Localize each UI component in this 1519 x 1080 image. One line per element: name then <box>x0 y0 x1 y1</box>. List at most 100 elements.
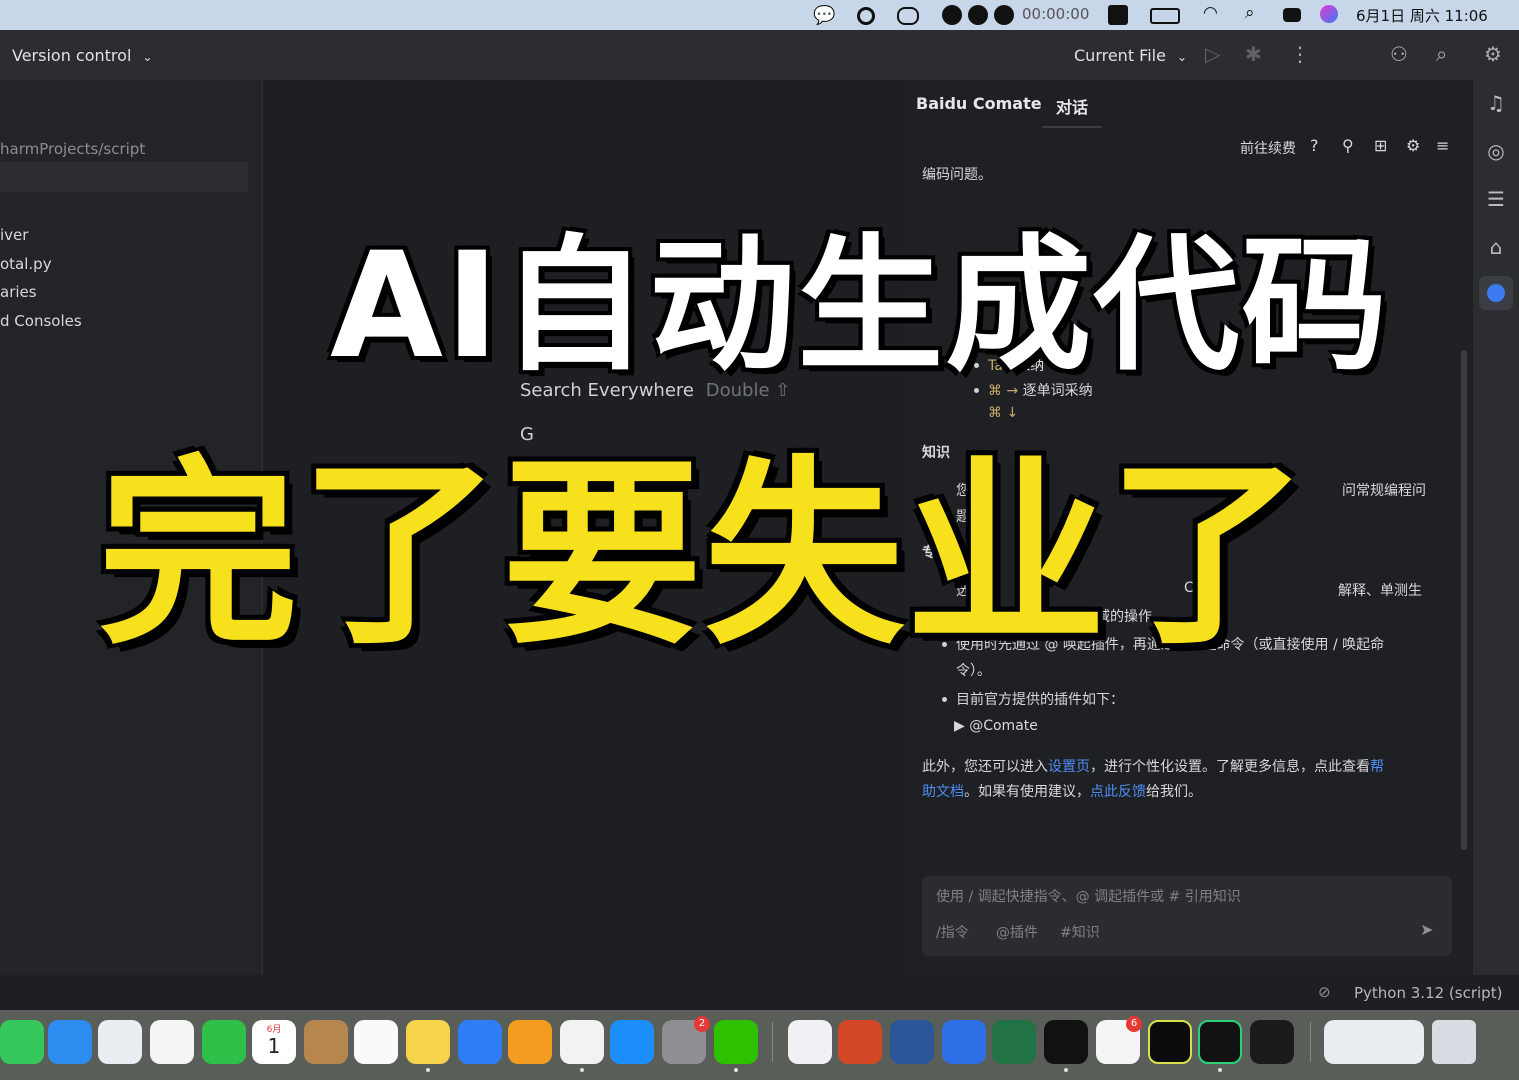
python-interpreter[interactable]: Python 3.12 (script) <box>1354 984 1502 1002</box>
mail-icon[interactable] <box>48 1020 92 1064</box>
tab-baidu-comate[interactable]: Baidu Comate <box>916 94 1042 113</box>
plugin-chip[interactable]: @插件 <box>996 922 1038 942</box>
menu-icon[interactable]: ≡ <box>1436 136 1449 155</box>
scrollbar[interactable] <box>1461 350 1467 850</box>
comate-app-icon[interactable] <box>942 1020 986 1064</box>
tree-item[interactable]: otal.py <box>0 255 52 273</box>
chat-input[interactable]: 使用 / 调起快捷指令、@ 调起插件或 # 引用知识 /指令 @插件 #知识 ➤ <box>922 876 1452 956</box>
maps-icon[interactable] <box>98 1020 142 1064</box>
search-icon[interactable]: ⌕ <box>1245 3 1255 23</box>
pycharm-icon[interactable] <box>1198 1020 1242 1064</box>
pages-icon[interactable] <box>508 1020 552 1064</box>
webstorm-icon[interactable] <box>1148 1020 1192 1064</box>
recent-files-stack[interactable] <box>1324 1020 1424 1064</box>
facetime-icon[interactable] <box>202 1020 246 1064</box>
running-indicator <box>1218 1068 1222 1072</box>
keynote-icon[interactable] <box>458 1020 502 1064</box>
settings-badge: 2 <box>694 1016 710 1032</box>
app-store-icon[interactable] <box>610 1020 654 1064</box>
stop-icon[interactable] <box>994 5 1014 25</box>
chevron-down-icon: ⌄ <box>1177 50 1188 64</box>
recorder-icon[interactable] <box>1250 1020 1294 1064</box>
word-icon[interactable] <box>890 1020 934 1064</box>
vcs-widget[interactable]: Version control ⌄ <box>12 46 153 65</box>
tab-chat[interactable]: 对话 <box>1056 94 1088 118</box>
overlay-title-line2: 完了要失业了 <box>98 439 1311 672</box>
plugin-text: 目前官方提供的插件如下： <box>956 692 1124 708</box>
record-icon[interactable] <box>857 7 875 25</box>
run-icon[interactable]: ▷ <box>1205 42 1220 66</box>
calendar-day: 1 <box>267 1034 281 1058</box>
renew-link[interactable]: 前往续费 <box>1240 138 1296 158</box>
run-config-label: Current File <box>1074 46 1166 65</box>
tree-item[interactable]: iver <box>0 226 28 244</box>
command-chip[interactable]: /指令 <box>936 922 969 942</box>
right-tool-strip: ♫ ◎ ☰ ⌂ <box>1473 80 1519 1010</box>
notifications-icon[interactable]: ♫ <box>1485 92 1507 114</box>
ai-assistant-icon[interactable]: ◎ <box>1485 140 1507 162</box>
bullet <box>942 697 947 702</box>
tree-item[interactable]: aries <box>0 283 37 301</box>
pause-icon[interactable] <box>968 5 988 25</box>
share-icon[interactable]: ⚲ <box>1342 136 1354 155</box>
notes-icon[interactable] <box>406 1020 450 1064</box>
selected-tree-row[interactable] <box>0 162 248 192</box>
footer-line-1: 此外，您还可以进入设置页，进行个性化设置。了解更多信息，点此查看帮 <box>922 756 1384 776</box>
plugin-comate-item[interactable]: ▶ @Comate <box>954 718 1038 734</box>
send-icon[interactable]: ➤ <box>1420 920 1433 939</box>
help-doc-link[interactable]: 帮 <box>1370 759 1384 775</box>
project-path[interactable]: harmProjects/script <box>0 140 145 158</box>
plugins-icon[interactable]: ⊞ <box>1374 136 1387 155</box>
battery-icon[interactable] <box>1150 8 1180 24</box>
powerpoint-icon[interactable] <box>838 1020 882 1064</box>
control-center-icon[interactable] <box>1283 8 1301 22</box>
status-bar: ⊘ Python 3.12 (script) <box>0 975 1519 1010</box>
profiler-icon[interactable]: ⌂ <box>1485 236 1507 258</box>
knowledge-chip[interactable]: #知识 <box>1060 922 1100 942</box>
browser-icon[interactable] <box>788 1020 832 1064</box>
settings-link[interactable]: 设置页 <box>1048 759 1090 775</box>
running-indicator <box>580 1068 584 1072</box>
settings-gear-icon[interactable]: ⚙ <box>1406 136 1420 155</box>
add-user-icon[interactable]: ⚇ <box>1390 42 1408 66</box>
menu-bar-clock: 6月1日 周六 11:06 <box>1356 7 1488 25</box>
wifi-icon[interactable]: ◠ <box>1203 3 1218 23</box>
terminal-icon[interactable] <box>1044 1020 1088 1064</box>
office-badge: 6 <box>1126 1016 1142 1032</box>
search-icon[interactable]: ⌕ <box>1436 42 1447 66</box>
comate-tool-button[interactable] <box>1479 276 1513 310</box>
dock-divider <box>772 1022 773 1062</box>
contacts-icon[interactable] <box>304 1020 348 1064</box>
wechat-dock-icon[interactable] <box>714 1020 758 1064</box>
chevron-down-icon: ⌄ <box>142 50 153 64</box>
help-icon[interactable]: ? <box>1310 136 1319 155</box>
help-doc-link[interactable]: 助文档 <box>922 784 964 800</box>
footer-text: 给我们。 <box>1146 784 1202 800</box>
messages-icon[interactable] <box>0 1020 44 1064</box>
settings-gear-icon[interactable]: ⚙ <box>1484 42 1502 66</box>
footer-text: 此外，您还可以进入 <box>922 759 1048 775</box>
screen-icon[interactable] <box>897 7 919 25</box>
debug-icon[interactable]: ✱ <box>1245 42 1262 66</box>
reminders-icon[interactable] <box>354 1020 398 1064</box>
run-config-selector[interactable]: Current File ⌄ <box>1074 46 1187 65</box>
input-method-icon[interactable] <box>1108 5 1128 25</box>
database-icon[interactable]: ☰ <box>1485 188 1507 210</box>
knowledge-text: 问常规编程问 <box>1342 483 1426 499</box>
close-circle-icon[interactable] <box>942 5 962 25</box>
siri-icon[interactable] <box>1320 5 1338 23</box>
footer-text: ，进行个性化设置。了解更多信息，点此查看 <box>1090 759 1370 775</box>
more-options-icon[interactable]: ⋮ <box>1290 42 1310 66</box>
excel-icon[interactable] <box>992 1020 1036 1064</box>
mac-menu-bar: 💬 00:00:00 ◠ ⌕ 6月1日 周六 11:06 <box>0 0 1519 30</box>
no-ai-icon[interactable]: ⊘ <box>1318 983 1331 1001</box>
trash-icon[interactable] <box>1432 1020 1476 1064</box>
photos-icon[interactable] <box>150 1020 194 1064</box>
chat-input-placeholder: 使用 / 调起快捷指令、@ 调起插件或 # 引用知识 <box>936 889 1241 905</box>
wechat-icon[interactable]: 💬 <box>813 5 835 26</box>
tree-item[interactable]: d Consoles <box>0 312 82 330</box>
footer-text: 。如果有使用建议， <box>964 784 1090 800</box>
calendar-icon[interactable]: 6月 1 <box>252 1020 296 1064</box>
feedback-link[interactable]: 点此反馈 <box>1090 784 1146 800</box>
chrome-icon[interactable] <box>560 1020 604 1064</box>
